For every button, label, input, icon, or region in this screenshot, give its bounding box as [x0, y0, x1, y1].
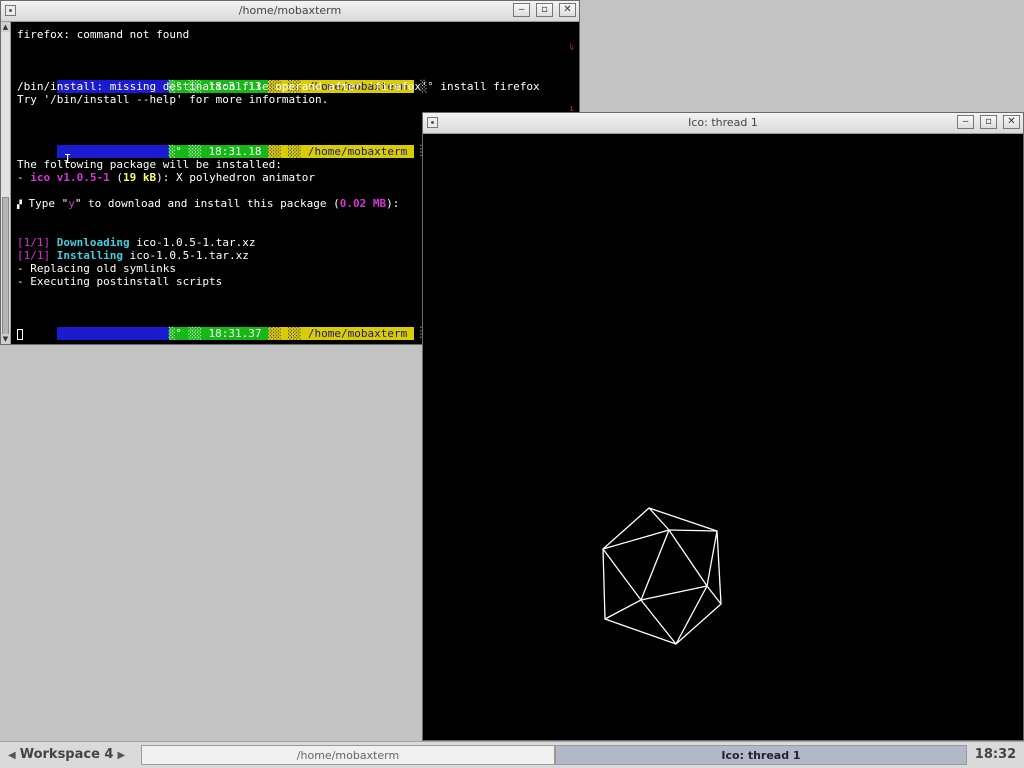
prompt-y: y: [68, 197, 75, 210]
prompt-end: ):: [386, 197, 400, 210]
marker-icon: ʮ: [569, 42, 574, 51]
terminal-line: firefox: command not found: [17, 28, 190, 41]
workspace-label: Workspace 4: [19, 747, 114, 762]
maximize-icon[interactable]: ▫: [980, 115, 997, 129]
install-file: ico-1.0.5-1.tar.xz: [122, 249, 249, 262]
ibeam-cursor-icon: I: [64, 152, 72, 166]
prompt-line: ░° ░░ 18:31.37 ░░ ░░ /home/mobaxterm ░: [17, 314, 427, 340]
taskbar: ◀ Workspace 4 ▶ /home/mobaxterm Ico: threa…: [0, 741, 1024, 768]
package-name: ico: [30, 171, 51, 184]
terminal-scrollbar[interactable]: ▲ ▼: [1, 22, 11, 344]
cursor-line: [17, 327, 23, 340]
terminal-line: The following package will be installed:: [17, 158, 282, 171]
minimize-icon[interactable]: ‒: [957, 115, 974, 129]
prompt-path: /home/mobaxterm: [301, 145, 414, 158]
prompt-time: 18:31.37: [201, 327, 269, 340]
prompt-path-segment: ░░ ░░ /home/mobaxterm: [268, 327, 414, 340]
command-text: install firefox: [440, 80, 540, 93]
prompt-user-segment: [56, 327, 169, 340]
confirm-prompt-line: ▞ Type "y" to download and install this …: [17, 197, 399, 210]
terminal-titlebar[interactable]: /home/mobaxterm ‒ ▫ ✕: [1, 1, 579, 22]
next-workspace-icon[interactable]: ▶: [117, 750, 125, 761]
maximize-icon[interactable]: ▫: [536, 3, 553, 17]
terminal-line: /bin/install: missing destination file o…: [17, 80, 428, 93]
pkg-paren: (: [109, 171, 123, 184]
package-line: - ico v1.0.5-1 (19 kB): X polyhedron ani…: [17, 171, 315, 184]
download-tag: [1/1]: [17, 236, 51, 249]
ico-title: Ico: thread 1: [688, 116, 758, 129]
package-description: ): X polyhedron animator: [156, 171, 316, 184]
window-menu-icon[interactable]: [5, 5, 16, 16]
prompt-path: /home/mobaxterm: [301, 327, 414, 340]
terminal-line: Try '/bin/install --help' for more infor…: [17, 93, 329, 106]
close-icon[interactable]: ✕: [1003, 115, 1020, 129]
scroll-thumb[interactable]: [2, 197, 9, 337]
ico-canvas[interactable]: [423, 134, 1023, 740]
prev-workspace-icon[interactable]: ◀: [8, 750, 16, 761]
prompt-time-segment: ░° ░░ 18:31.37: [168, 327, 269, 340]
ico-titlebar[interactable]: Ico: thread 1 ‒ ▫ ✕: [423, 113, 1023, 134]
icosahedron-graphic: [602, 507, 722, 645]
terminal-line: - Executing postinstall scripts: [17, 275, 223, 288]
install-label: Installing: [50, 249, 123, 262]
terminal-line: - Replacing old symlinks: [17, 262, 176, 275]
package-size: 19 kB: [122, 171, 157, 184]
prompt-line: ░° ░░ 18:31.13 ░░ ░░ /home/mobaxterm ░° …: [17, 67, 540, 93]
download-label: Downloading: [50, 236, 130, 249]
minimize-icon[interactable]: ‒: [513, 3, 530, 17]
install-tag: [1/1]: [17, 249, 51, 262]
download-line: [1/1] Downloading ico-1.0.5-1.tar.xz: [17, 236, 255, 249]
prompt-line: ░° ░░ 18:31.18 ░░ ░░ /home/mobaxterm ░: [17, 132, 427, 158]
prompt-path-segment: ░░ ░░ /home/mobaxterm: [268, 145, 414, 158]
close-icon[interactable]: ✕: [559, 3, 576, 17]
prompt-pre: Type ": [21, 197, 69, 210]
install-line: [1/1] Installing ico-1.0.5-1.tar.xz: [17, 249, 249, 262]
prompt-size: 0.02 MB: [339, 197, 387, 210]
workspace-switcher[interactable]: ◀ Workspace 4 ▶: [4, 745, 129, 765]
clock: 18:32: [974, 747, 1017, 762]
prompt-user-segment: [56, 145, 169, 158]
text-cursor: [17, 328, 23, 340]
pkg-dash: -: [17, 171, 31, 184]
prompt-mid: " to download and install this package (: [74, 197, 340, 210]
ico-window[interactable]: Ico: thread 1 ‒ ▫ ✕: [422, 112, 1024, 741]
package-version: v1.0.5-1: [50, 171, 110, 184]
scroll-down-icon[interactable]: ▼: [1, 334, 10, 344]
download-file: ico-1.0.5-1.tar.xz: [129, 236, 256, 249]
prompt-time: 18:31.18: [201, 145, 269, 158]
taskbar-item-terminal[interactable]: /home/mobaxterm: [141, 745, 555, 765]
prompt-time-segment: ░° ░░ 18:31.18: [168, 145, 269, 158]
window-menu-icon[interactable]: [427, 117, 438, 128]
terminal-title: /home/mobaxterm: [238, 4, 342, 17]
scroll-up-icon[interactable]: ▲: [1, 22, 10, 32]
taskbar-item-ico[interactable]: Ico: thread 1: [555, 745, 967, 765]
